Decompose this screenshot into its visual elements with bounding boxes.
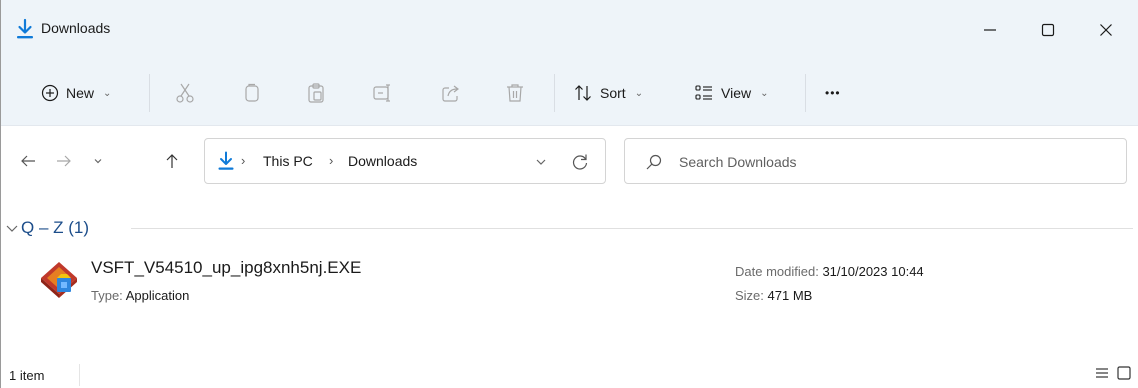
arrow-right-icon [57,155,71,167]
search-icon [646,154,662,170]
sort-button-label: Sort [600,85,626,101]
close-icon [1100,24,1112,36]
search-box[interactable] [624,138,1127,184]
recent-locations-button[interactable] [85,148,111,174]
window-title: Downloads [41,20,111,36]
file-date-modified: Date modified: 31/10/2023 10:44 [735,264,924,279]
up-button[interactable] [159,148,185,174]
address-bar[interactable]: › This PC › Downloads [204,138,606,184]
toolbar-divider [554,74,555,112]
maximize-icon [1041,23,1055,37]
minimize-button[interactable] [967,10,1013,50]
chevron-down-icon: ⌄ [103,87,112,99]
file-name: VSFT_V54510_up_ipg8xnh5nj.EXE [91,258,362,277]
application-installer-icon [41,262,77,298]
maximize-button[interactable] [1025,10,1071,50]
status-divider [79,364,80,386]
group-header[interactable]: Q – Z (1) [1,216,1138,242]
toolbar-divider [805,74,806,112]
copy-button[interactable] [239,80,265,106]
copy-icon [245,83,259,102]
file-type-label: Type: [91,288,123,303]
chevron-down-icon: ⌄ [760,87,769,99]
file-size: Size: 471 MB [735,288,812,303]
rename-icon [373,84,390,102]
view-button[interactable]: View ⌄ [694,78,768,108]
arrow-up-icon [166,154,178,168]
file-type: Type: Application [91,288,189,303]
downloads-icon [17,18,33,39]
sort-arrows-icon [575,85,591,101]
item-count: 1 item [9,368,45,383]
address-dropdown-icon[interactable] [532,153,550,171]
file-explorer-window: Downloads New ⌄ Sort ⌄ View ⌄ ••• › This… [0,0,1138,388]
arrow-left-icon [21,155,35,167]
command-bar: New ⌄ Sort ⌄ View ⌄ ••• [1,60,1138,126]
view-button-label: View [721,85,752,101]
view-list-icon [695,85,712,100]
downloads-icon [218,151,234,170]
delete-icon [507,84,523,102]
share-button[interactable] [438,80,464,106]
plus-circle-icon [41,84,59,102]
delete-button[interactable] [502,80,528,106]
group-label: Q – Z (1) [21,218,90,237]
search-input[interactable] [679,151,1099,173]
tiles-view-icon[interactable] [1115,364,1133,382]
chevron-down-icon [94,159,102,164]
sort-button[interactable]: Sort ⌄ [573,78,643,108]
rename-button[interactable] [370,80,396,106]
status-bar: 1 item [1,360,1138,388]
breadcrumb-separator-icon: › [241,153,246,168]
navigation-bar: › This PC › Downloads [1,126,1138,198]
title-bar: Downloads [1,0,1138,60]
more-icon: ••• [825,86,841,100]
back-button[interactable] [15,148,41,174]
paste-button[interactable] [303,80,329,106]
file-item[interactable]: VSFT_V54510_up_ipg8xnh5nj.EXE Type: Appl… [31,250,1031,310]
paste-icon [308,83,324,103]
breadcrumb-this-pc[interactable]: This PC [263,153,313,169]
minimize-icon [984,29,996,31]
forward-button[interactable] [51,148,77,174]
chevron-down-icon: ⌄ [634,87,644,99]
cut-button[interactable] [172,80,198,106]
date-modified-value: 31/10/2023 10:44 [822,264,924,279]
toolbar-divider [149,74,150,112]
close-button[interactable] [1083,10,1129,50]
chevron-down-icon [6,225,18,232]
refresh-icon[interactable] [569,151,591,173]
new-button-label: New [66,85,95,101]
breadcrumb-downloads[interactable]: Downloads [348,153,417,169]
new-button[interactable]: New ⌄ [41,78,111,108]
file-size-label: Size: [735,288,764,303]
file-size-value: 471 MB [767,288,813,303]
breadcrumb-separator-icon: › [329,153,334,168]
date-modified-label: Date modified: [735,264,819,279]
share-icon [442,85,459,102]
file-type-value: Application [125,288,190,303]
more-options-button[interactable]: ••• [825,78,841,108]
details-view-icon[interactable] [1093,364,1111,382]
cut-icon [176,83,194,103]
group-divider [131,228,1133,229]
